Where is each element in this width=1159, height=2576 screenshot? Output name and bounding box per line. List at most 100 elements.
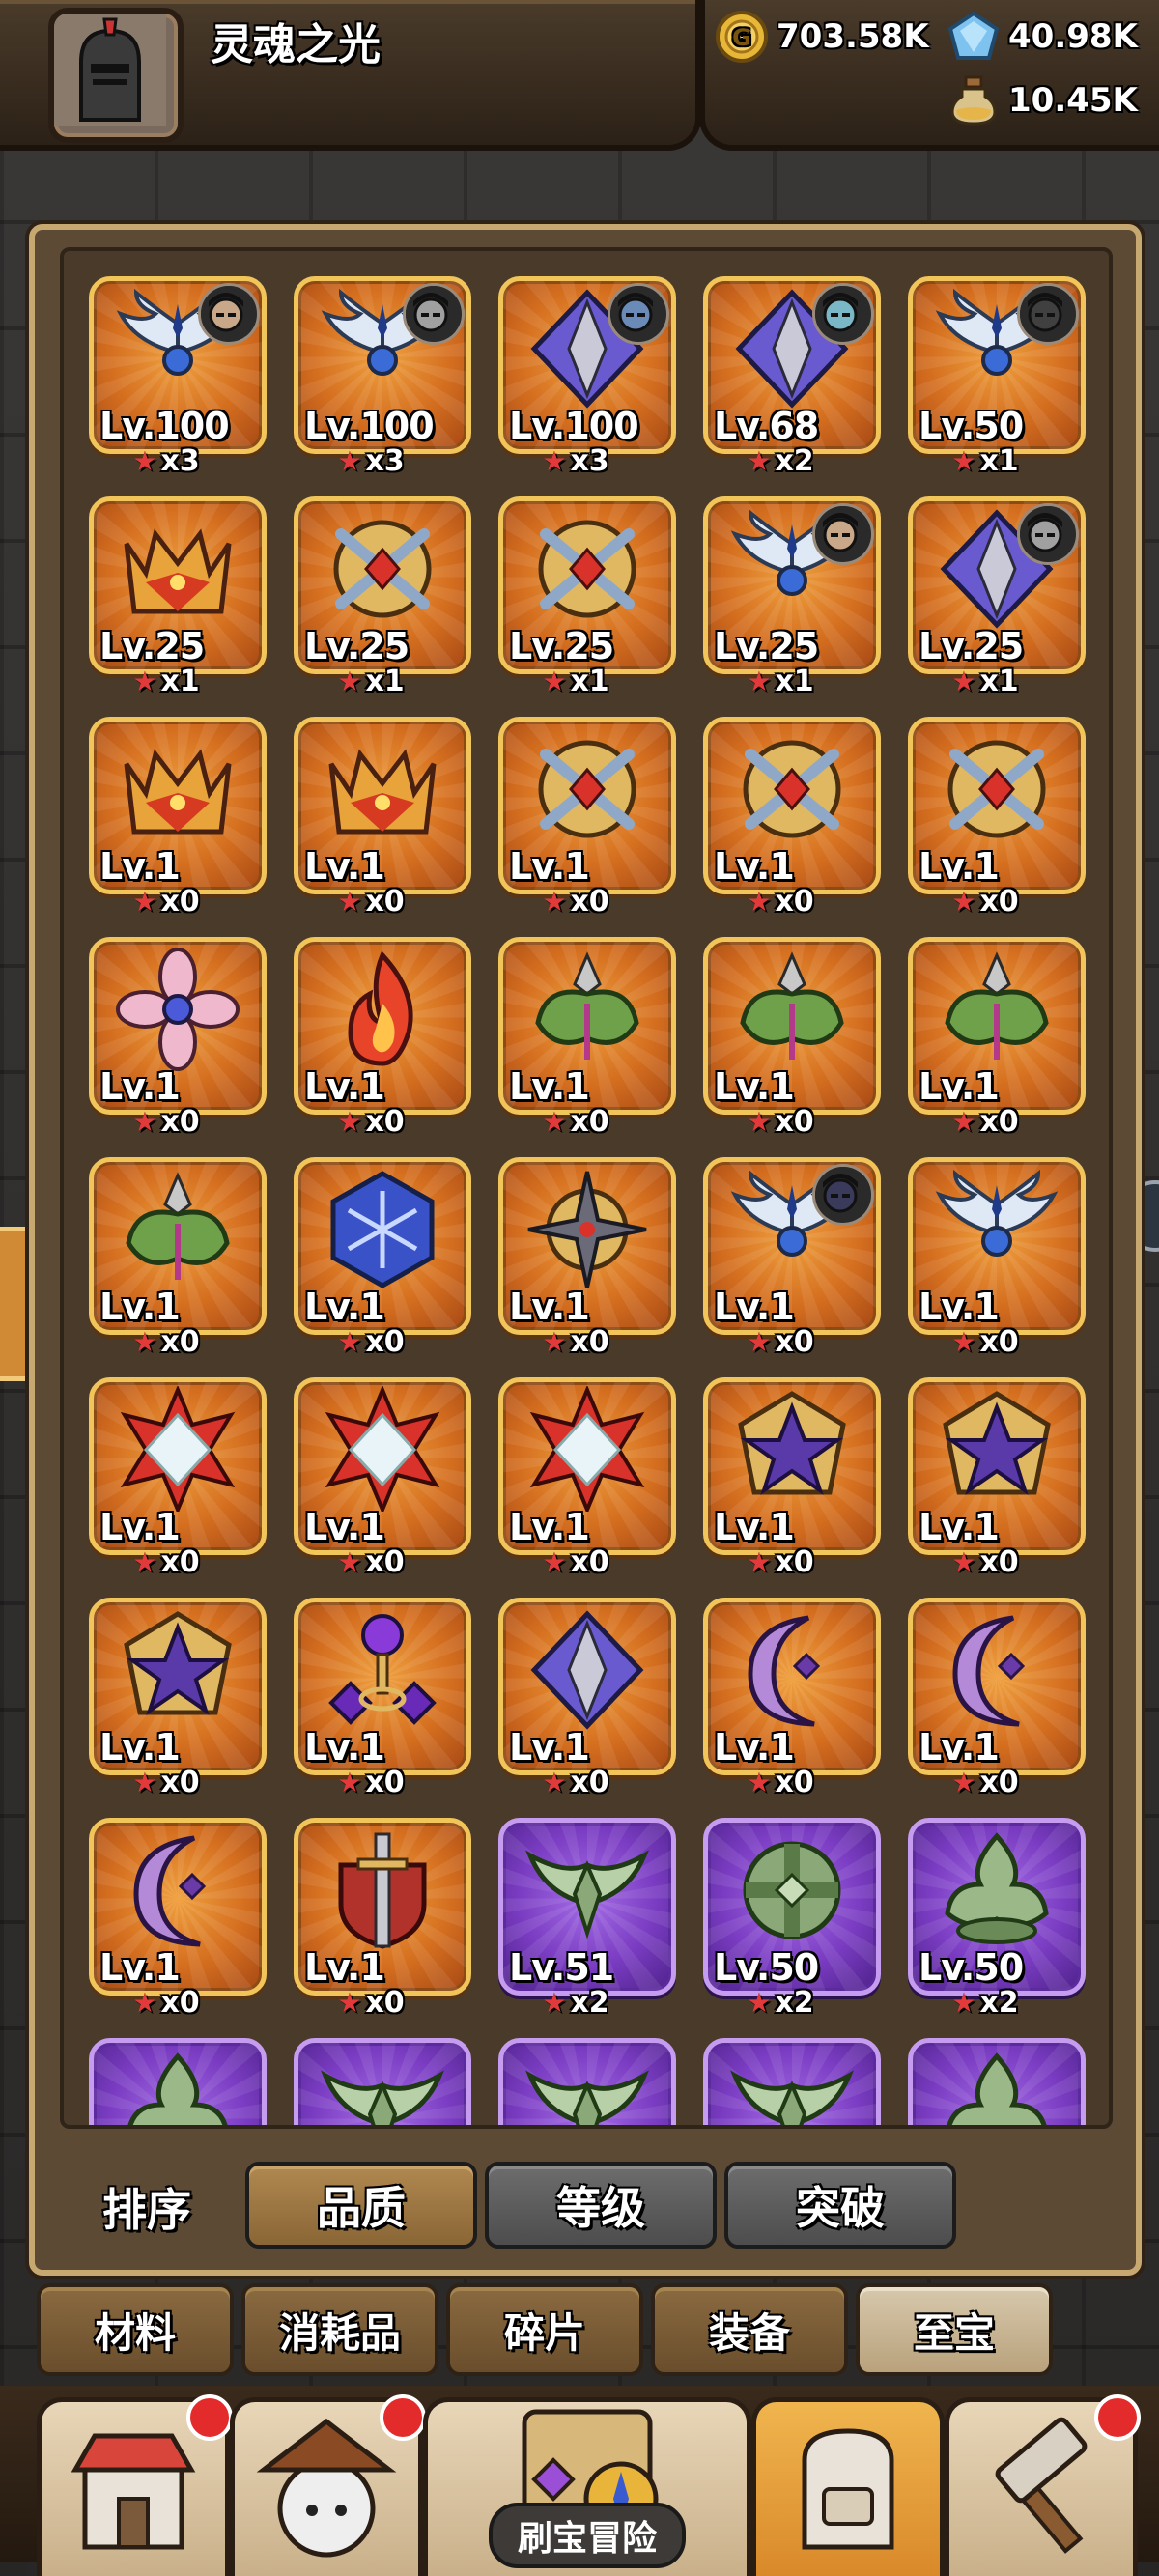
treasure-item[interactable]: Lv.1 ★ x0	[64, 1352, 269, 1579]
treasure-item[interactable]: Lv.1 ★ x0	[678, 1572, 883, 1799]
treasure-item[interactable]: Lv.51 ★ x2	[473, 1793, 678, 2020]
treasure-item[interactable]: Lv.1 ★ x0	[269, 1572, 473, 1799]
treasure-card[interactable]: Lv.1	[498, 1598, 676, 1775]
treasure-item[interactable]: Lv.1 ★ x0	[269, 1132, 473, 1359]
tab-materials[interactable]: 材料	[37, 2283, 234, 2376]
treasure-card[interactable]: Lv.1	[703, 717, 881, 894]
treasure-card[interactable]: Lv.1	[498, 1157, 676, 1335]
treasure-card[interactable]: Lv.50	[908, 276, 1086, 454]
sort-level-button[interactable]: 等级	[485, 2162, 717, 2249]
treasure-item[interactable]: Lv.1 ★ x0	[269, 1793, 473, 2020]
treasure-card[interactable]: Lv.1	[703, 1377, 881, 1555]
potion-counter[interactable]: 10.45K	[947, 73, 1138, 127]
tab-fragments[interactable]: 碎片	[446, 2283, 643, 2376]
treasure-card[interactable]: Lv.25	[703, 496, 881, 674]
treasure-card[interactable]	[89, 2038, 267, 2125]
treasure-card[interactable]: Lv.68	[703, 276, 881, 454]
treasure-item[interactable]: Lv.1 ★ x0	[678, 692, 883, 919]
treasure-card[interactable]	[498, 2038, 676, 2125]
treasure-item[interactable]: Lv.1 ★ x0	[473, 1352, 678, 1579]
treasure-card[interactable]: Lv.1	[908, 717, 1086, 894]
treasure-card[interactable]	[294, 2038, 471, 2125]
treasure-item[interactable]: Lv.1 ★ x0	[64, 1132, 269, 1359]
nav-hero[interactable]	[230, 2394, 426, 2576]
treasure-item[interactable]: Lv.1 ★ x0	[64, 1793, 269, 2020]
treasure-item[interactable]: Lv.1 ★ x0	[64, 912, 269, 1139]
treasure-card[interactable]: Lv.100	[498, 276, 676, 454]
treasure-item[interactable]: Lv.1 ★ x0	[269, 912, 473, 1139]
treasure-card[interactable]: Lv.100	[294, 276, 471, 454]
tab-consumables[interactable]: 消耗品	[241, 2283, 438, 2376]
treasure-card[interactable]: Lv.51	[498, 1818, 676, 1996]
treasure-card[interactable]: Lv.1	[294, 1157, 471, 1335]
nav-shop[interactable]	[37, 2394, 233, 2576]
treasure-card[interactable]: Lv.1	[89, 717, 267, 894]
treasure-item[interactable]: Lv.1 ★ x0	[678, 912, 883, 1139]
treasure-card[interactable]: Lv.1	[89, 1598, 267, 1775]
treasure-item[interactable]	[678, 2013, 883, 2125]
sort-breakthrough-button[interactable]: 突破	[724, 2162, 956, 2249]
treasure-item[interactable]: Lv.1 ★ x0	[678, 1352, 883, 1579]
treasure-item[interactable]: Lv.1 ★ x0	[473, 912, 678, 1139]
treasure-item[interactable]: Lv.1 ★ x0	[64, 692, 269, 919]
treasure-card[interactable]: Lv.1	[89, 1377, 267, 1555]
treasure-card[interactable]	[703, 2038, 881, 2125]
treasure-item[interactable]: Lv.50 ★ x1	[883, 251, 1088, 478]
sort-quality-button[interactable]: 品质	[245, 2162, 477, 2249]
treasure-item[interactable]: Lv.1 ★ x0	[883, 1572, 1088, 1799]
treasure-item[interactable]	[269, 2013, 473, 2125]
treasure-item[interactable]: Lv.50 ★ x2	[678, 1793, 883, 2020]
treasure-card[interactable]: Lv.1	[294, 1377, 471, 1555]
treasure-item[interactable]: Lv.1 ★ x0	[883, 692, 1088, 919]
treasure-card[interactable]: Lv.1	[294, 937, 471, 1115]
treasure-card[interactable]: Lv.25	[908, 496, 1086, 674]
treasure-card[interactable]: Lv.1	[908, 1157, 1086, 1335]
tab-treasures[interactable]: 至宝	[856, 2283, 1053, 2376]
treasure-item[interactable]: Lv.25 ★ x1	[678, 471, 883, 698]
treasure-item[interactable]: Lv.25 ★ x1	[64, 471, 269, 698]
treasure-item[interactable]: Lv.25 ★ x1	[269, 471, 473, 698]
gem-counter[interactable]: 40.98K	[947, 10, 1138, 64]
tab-equipment[interactable]: 装备	[651, 2283, 848, 2376]
treasure-item[interactable]	[64, 2013, 269, 2125]
treasure-card[interactable]: Lv.1	[703, 937, 881, 1115]
treasure-item[interactable]: Lv.1 ★ x0	[473, 1132, 678, 1359]
treasure-item[interactable]: Lv.100 ★ x3	[64, 251, 269, 478]
treasure-item[interactable]: Lv.68 ★ x2	[678, 251, 883, 478]
treasure-item[interactable]: Lv.1 ★ x0	[269, 1352, 473, 1579]
treasure-card[interactable]: Lv.1	[908, 1598, 1086, 1775]
treasure-card[interactable]: Lv.1	[498, 717, 676, 894]
treasure-item[interactable]: Lv.1 ★ x0	[473, 692, 678, 919]
treasure-item[interactable]: Lv.1 ★ x0	[883, 1352, 1088, 1579]
treasure-card[interactable]: Lv.1	[703, 1157, 881, 1335]
treasure-item[interactable]: Lv.1 ★ x0	[883, 912, 1088, 1139]
treasure-item[interactable]: Lv.1 ★ x0	[678, 1132, 883, 1359]
treasure-card[interactable]: Lv.1	[89, 1818, 267, 1996]
treasure-card[interactable]: Lv.50	[703, 1818, 881, 1996]
treasure-item[interactable]: Lv.1 ★ x0	[473, 1572, 678, 1799]
treasure-card[interactable]: Lv.1	[89, 937, 267, 1115]
treasure-card[interactable]: Lv.50	[908, 1818, 1086, 1996]
item-grid-frame[interactable]: Lv.100 ★ x3 Lv.100 ★ x3 Lv.100 ★ x3 Lv.68 ★ x2	[60, 247, 1113, 2129]
treasure-card[interactable]: Lv.1	[89, 1157, 267, 1335]
nav-adventure[interactable]: 刷宝冒险	[423, 2397, 751, 2576]
treasure-item[interactable]: Lv.25 ★ x1	[473, 471, 678, 698]
treasure-card[interactable]: Lv.1	[294, 717, 471, 894]
treasure-card[interactable]: Lv.1	[908, 1377, 1086, 1555]
treasure-item[interactable]	[883, 2013, 1088, 2125]
treasure-card[interactable]: Lv.1	[294, 1598, 471, 1775]
treasure-card[interactable]: Lv.25	[294, 496, 471, 674]
treasure-card[interactable]: Lv.1	[908, 937, 1086, 1115]
gold-counter[interactable]: G 703.58K	[715, 10, 929, 64]
treasure-card[interactable]: Lv.1	[498, 1377, 676, 1555]
treasure-card[interactable]: Lv.1	[498, 937, 676, 1115]
treasure-card[interactable]: Lv.1	[703, 1598, 881, 1775]
treasure-item[interactable]: Lv.100 ★ x3	[269, 251, 473, 478]
nav-forge[interactable]	[945, 2394, 1141, 2576]
treasure-item[interactable]	[473, 2013, 678, 2125]
treasure-item[interactable]: Lv.1 ★ x0	[883, 1132, 1088, 1359]
treasure-item[interactable]: Lv.25 ★ x1	[883, 471, 1088, 698]
treasure-card[interactable]: Lv.25	[498, 496, 676, 674]
treasure-item[interactable]: Lv.100 ★ x3	[473, 251, 678, 478]
treasure-item[interactable]: Lv.1 ★ x0	[64, 1572, 269, 1799]
